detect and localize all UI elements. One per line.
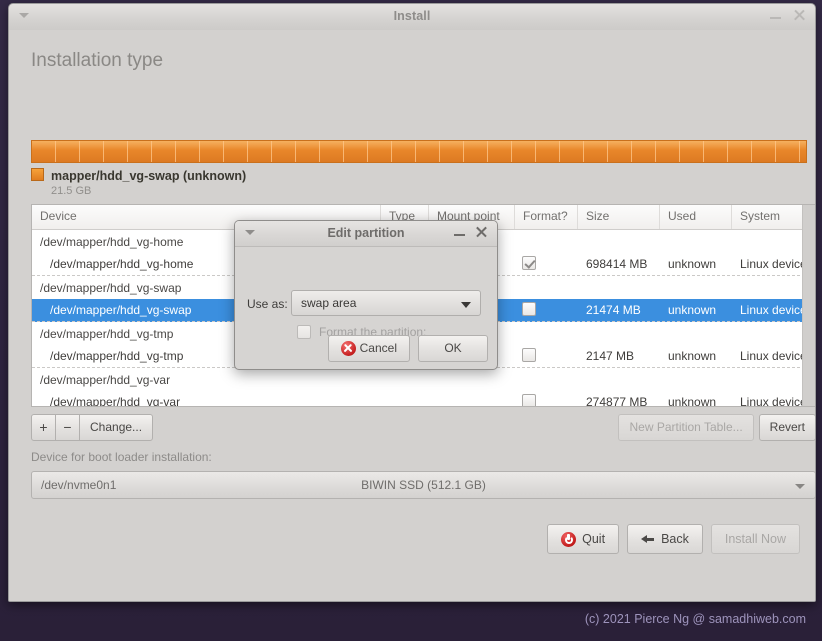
table-scrollbar[interactable] (802, 205, 815, 406)
chevron-down-icon (795, 484, 805, 489)
back-button-label: Back (661, 531, 689, 546)
arrow-left-icon (641, 532, 655, 546)
cell-format (515, 347, 578, 365)
remove-partition-button[interactable]: − (55, 414, 80, 441)
partition-legend: mapper/hdd_vg-swap (unknown) 21.5 GB (31, 168, 246, 197)
dialog-body: Use as: swap area Format the partition: … (235, 247, 497, 369)
legend-color-swatch (31, 168, 44, 181)
cell-used: unknown (668, 257, 717, 271)
column-header-format[interactable]: Format? (515, 205, 578, 229)
format-checkbox[interactable] (522, 255, 536, 270)
table-row[interactable]: /dev/mapper/hdd_vg-var 274877 MB unknown Li… (32, 391, 815, 407)
cancel-icon (340, 341, 356, 356)
bootloader-label: Device for boot loader installation: (31, 450, 212, 464)
format-partition-checkbox[interactable] (297, 325, 311, 339)
window-controls (768, 8, 807, 23)
partition-toolbar: + − Change... New Partition Table... Rev… (31, 414, 815, 442)
page-title: Installation type (31, 50, 164, 71)
footer-watermark: (c) 2021 Pierce Ng @ samadhiweb.com (584, 612, 806, 626)
cell-size: 2147 MB (586, 349, 635, 363)
bootloader-device-model: BIWIN SSD (512.1 GB) (361, 478, 486, 492)
dialog-close-icon[interactable] (475, 225, 489, 240)
use-as-select[interactable]: swap area (291, 290, 481, 316)
back-button[interactable]: Back (627, 524, 703, 554)
ok-button[interactable]: OK (418, 335, 488, 362)
format-checkbox[interactable] (522, 347, 536, 362)
table-row[interactable]: /dev/mapper/hdd_vg-var (32, 368, 815, 391)
revert-button[interactable]: Revert (758, 414, 815, 441)
window-titlebar: Install (9, 4, 815, 31)
cell-format (515, 301, 578, 319)
change-partition-button[interactable]: Change... (79, 414, 154, 441)
install-now-button[interactable]: Install Now (710, 524, 800, 554)
partition-toolbar-left: + − Change... (31, 414, 154, 441)
column-header-used[interactable]: Used (660, 205, 732, 229)
use-as-value: swap area (301, 296, 357, 310)
legend-partition-name: mapper/hdd_vg-swap (unknown) (51, 169, 247, 183)
cell-size: 274877 MB (586, 395, 648, 407)
cell-size: 698414 MB (586, 257, 648, 271)
format-checkbox[interactable] (522, 301, 536, 316)
cell-used: unknown (668, 395, 717, 407)
format-checkbox[interactable] (522, 393, 536, 406)
window-title: Install (393, 9, 431, 23)
cancel-button-label: Cancel (359, 341, 397, 355)
partition-usage-bar[interactable] (31, 140, 807, 163)
cell-format (515, 393, 578, 406)
bootloader-device-select[interactable]: /dev/nvme0n1 BIWIN SSD (512.1 GB) (31, 471, 815, 499)
cell-format (515, 255, 578, 273)
cell-used: unknown (668, 349, 717, 363)
dialog-titlebar: Edit partition (235, 221, 497, 247)
cell-device: /dev/mapper/hdd_vg-var (50, 395, 181, 407)
wizard-actions: Quit Back Install Now (547, 524, 800, 554)
power-icon (561, 531, 577, 547)
chevron-down-icon (461, 302, 471, 308)
close-icon[interactable] (792, 8, 807, 23)
partition-bar-ticks (32, 141, 806, 162)
new-partition-table-button[interactable]: New Partition Table... (618, 414, 754, 441)
use-as-label: Use as: (247, 297, 288, 311)
legend-partition-size: 21.5 GB (51, 185, 92, 197)
column-header-size[interactable]: Size (578, 205, 660, 229)
partition-toolbar-right: New Partition Table... Revert (618, 414, 815, 441)
quit-button[interactable]: Quit (547, 524, 620, 554)
dialog-actions: Cancel OK (327, 335, 488, 362)
cell-device: /dev/mapper/hdd_vg-var (40, 372, 171, 387)
cell-used: unknown (668, 303, 717, 317)
quit-button-label: Quit (582, 531, 606, 546)
cell-size: 21474 MB (586, 303, 641, 317)
minimize-icon[interactable] (768, 8, 783, 23)
dialog-minimize-icon[interactable] (453, 225, 467, 240)
add-partition-button[interactable]: + (31, 414, 56, 441)
edit-partition-dialog: Edit partition Use as: swap area Format … (234, 220, 498, 370)
cancel-button[interactable]: Cancel (327, 335, 410, 362)
dialog-controls (453, 225, 489, 240)
